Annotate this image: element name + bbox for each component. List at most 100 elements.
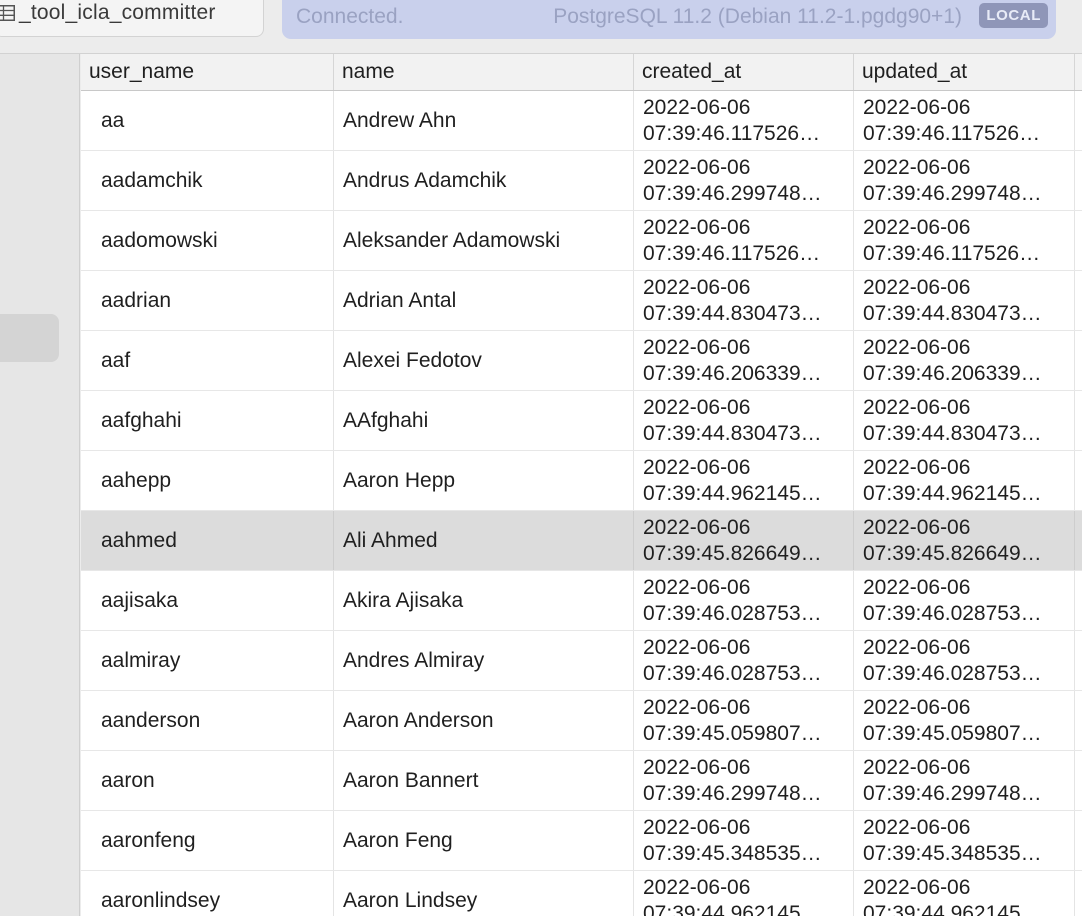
cell-name[interactable]: Aleksander Adamowski <box>334 211 634 270</box>
cell-created-at[interactable]: 2022-06-06 07:39:46.117526… <box>634 91 854 150</box>
cell-user-name[interactable]: aa <box>81 91 334 150</box>
updated-time: 07:39:46.028753… <box>863 662 1042 685</box>
cell-updated-at[interactable]: 2022-06-06 07:39:44.830473… <box>854 271 1075 330</box>
cell-updated-at[interactable]: 2022-06-06 07:39:46.299748… <box>854 151 1075 210</box>
table-row[interactable]: aahepp Aaron Hepp 2022-06-06 07:39:44.962… <box>81 451 1082 511</box>
cell-created-at[interactable]: 2022-06-06 07:39:45.348535… <box>634 811 854 870</box>
updated-date: 2022-06-06 <box>863 276 971 299</box>
cell-overflow <box>1075 451 1082 510</box>
cell-name[interactable]: Andrew Ahn <box>334 91 634 150</box>
cell-overflow <box>1075 151 1082 210</box>
cell-user-name[interactable]: aaf <box>81 331 334 390</box>
cell-name[interactable]: Andrus Adamchik <box>334 151 634 210</box>
cell-overflow <box>1075 751 1082 810</box>
created-time: 07:39:46.028753… <box>643 662 822 685</box>
table-row[interactable]: aaron Aaron Bannert 2022-06-06 07:39:46.2… <box>81 751 1082 811</box>
cell-created-at[interactable]: 2022-06-06 07:39:45.059807… <box>634 691 854 750</box>
cell-created-at[interactable]: 2022-06-06 07:39:46.299748… <box>634 751 854 810</box>
created-time: 07:39:46.299748… <box>643 182 822 205</box>
table-row[interactable]: aalmiray Andres Almiray 2022-06-06 07:39:… <box>81 631 1082 691</box>
cell-updated-at[interactable]: 2022-06-06 07:39:46.117526… <box>854 91 1075 150</box>
column-header-created-at[interactable]: created_at <box>634 54 854 90</box>
cell-overflow <box>1075 91 1082 150</box>
cell-user-name[interactable]: aajisaka <box>81 571 334 630</box>
cell-updated-at[interactable]: 2022-06-06 07:39:44.962145… <box>854 871 1075 916</box>
cell-name[interactable]: Aaron Anderson <box>334 691 634 750</box>
updated-time: 07:39:45.826649… <box>863 542 1042 565</box>
cell-created-at[interactable]: 2022-06-06 07:39:46.028753… <box>634 631 854 690</box>
cell-updated-at[interactable]: 2022-06-06 07:39:45.826649… <box>854 511 1075 570</box>
cell-user-name[interactable]: aaron <box>81 751 334 810</box>
cell-name[interactable]: Aaron Hepp <box>334 451 634 510</box>
cell-name[interactable]: Aaron Bannert <box>334 751 634 810</box>
table-row[interactable]: aadomowski Aleksander Adamowski 2022-06-… <box>81 211 1082 271</box>
cell-created-at[interactable]: 2022-06-06 07:39:44.962145… <box>634 871 854 916</box>
cell-name[interactable]: Andres Almiray <box>334 631 634 690</box>
cell-user-name[interactable]: aalmiray <box>81 631 334 690</box>
table-row[interactable]: aa Andrew Ahn 2022-06-06 07:39:46.117526…… <box>81 91 1082 151</box>
cell-updated-at[interactable]: 2022-06-06 07:39:44.962145… <box>854 451 1075 510</box>
cell-updated-at[interactable]: 2022-06-06 07:39:46.028753… <box>854 631 1075 690</box>
sidebar-selected-item[interactable] <box>0 314 59 362</box>
cell-user-name[interactable]: aaronfeng <box>81 811 334 870</box>
created-date: 2022-06-06 <box>643 276 751 299</box>
cell-name[interactable]: Adrian Antal <box>334 271 634 330</box>
cell-created-at[interactable]: 2022-06-06 07:39:46.117526… <box>634 211 854 270</box>
created-time: 07:39:45.826649… <box>643 542 822 565</box>
created-date: 2022-06-06 <box>643 216 751 239</box>
table-row[interactable]: aadrian Adrian Antal 2022-06-06 07:39:44.… <box>81 271 1082 331</box>
cell-user-name[interactable]: aadrian <box>81 271 334 330</box>
cell-updated-at[interactable]: 2022-06-06 07:39:46.028753… <box>854 571 1075 630</box>
created-date: 2022-06-06 <box>643 156 751 179</box>
cell-user-name[interactable]: aadamchik <box>81 151 334 210</box>
cell-user-name[interactable]: aafghahi <box>81 391 334 450</box>
cell-updated-at[interactable]: 2022-06-06 07:39:45.348535… <box>854 811 1075 870</box>
table-row[interactable]: aaronlindsey Aaron Lindsey 2022-06-06 07:… <box>81 871 1082 916</box>
cell-created-at[interactable]: 2022-06-06 07:39:44.830473… <box>634 391 854 450</box>
cell-name[interactable]: Aaron Feng <box>334 811 634 870</box>
created-date: 2022-06-06 <box>643 516 751 539</box>
column-header-updated-at[interactable]: updated_at <box>854 54 1075 90</box>
table-row[interactable]: aanderson Aaron Anderson 2022-06-06 07:39… <box>81 691 1082 751</box>
cell-created-at[interactable]: 2022-06-06 07:39:46.299748… <box>634 151 854 210</box>
created-date: 2022-06-06 <box>643 336 751 359</box>
cell-created-at[interactable]: 2022-06-06 07:39:45.826649… <box>634 511 854 570</box>
cell-user-name[interactable]: aahepp <box>81 451 334 510</box>
connection-status: Connected. <box>296 5 404 28</box>
table-tab[interactable]: _tool_icla_committer <box>0 0 264 37</box>
table-row[interactable]: aadamchik Andrus Adamchik 2022-06-06 07:3… <box>81 151 1082 211</box>
table-row[interactable]: aafghahi AAfghahi 2022-06-06 07:39:44.830… <box>81 391 1082 451</box>
cell-updated-at[interactable]: 2022-06-06 07:39:46.206339… <box>854 331 1075 390</box>
cell-created-at[interactable]: 2022-06-06 07:39:44.962145… <box>634 451 854 510</box>
updated-date: 2022-06-06 <box>863 396 971 419</box>
table-row[interactable]: aaf Alexei Fedotov 2022-06-06 07:39:46.20… <box>81 331 1082 391</box>
cell-name[interactable]: Ali Ahmed <box>334 511 634 570</box>
cell-created-at[interactable]: 2022-06-06 07:39:46.206339… <box>634 331 854 390</box>
cell-name[interactable]: Akira Ajisaka <box>334 571 634 630</box>
cell-created-at[interactable]: 2022-06-06 07:39:44.830473… <box>634 271 854 330</box>
cell-updated-at[interactable]: 2022-06-06 07:39:44.830473… <box>854 391 1075 450</box>
column-header-user-name[interactable]: user_name <box>81 54 334 90</box>
created-time: 07:39:46.117526… <box>643 242 821 265</box>
cell-created-at[interactable]: 2022-06-06 07:39:46.028753… <box>634 571 854 630</box>
table-icon <box>0 5 15 21</box>
cell-updated-at[interactable]: 2022-06-06 07:39:46.299748… <box>854 751 1075 810</box>
created-time: 07:39:45.059807… <box>643 722 822 745</box>
cell-name[interactable]: Alexei Fedotov <box>334 331 634 390</box>
table-row[interactable]: aaronfeng Aaron Feng 2022-06-06 07:39:45.… <box>81 811 1082 871</box>
cell-user-name[interactable]: aanderson <box>81 691 334 750</box>
cell-user-name[interactable]: aaronlindsey <box>81 871 334 916</box>
cell-user-name[interactable]: aahmed <box>81 511 334 570</box>
cell-user-name[interactable]: aadomowski <box>81 211 334 270</box>
cell-overflow <box>1075 271 1082 330</box>
cell-updated-at[interactable]: 2022-06-06 07:39:45.059807… <box>854 691 1075 750</box>
local-badge: LOCAL <box>979 3 1048 28</box>
cell-updated-at[interactable]: 2022-06-06 07:39:46.117526… <box>854 211 1075 270</box>
column-header-name[interactable]: name <box>334 54 634 90</box>
cell-overflow <box>1075 511 1082 570</box>
updated-date: 2022-06-06 <box>863 456 971 479</box>
cell-name[interactable]: AAfghahi <box>334 391 634 450</box>
table-row-selected[interactable]: aahmed Ali Ahmed 2022-06-06 07:39:45.8266… <box>81 511 1082 571</box>
table-row[interactable]: aajisaka Akira Ajisaka 2022-06-06 07:39:4… <box>81 571 1082 631</box>
cell-name[interactable]: Aaron Lindsey <box>334 871 634 916</box>
